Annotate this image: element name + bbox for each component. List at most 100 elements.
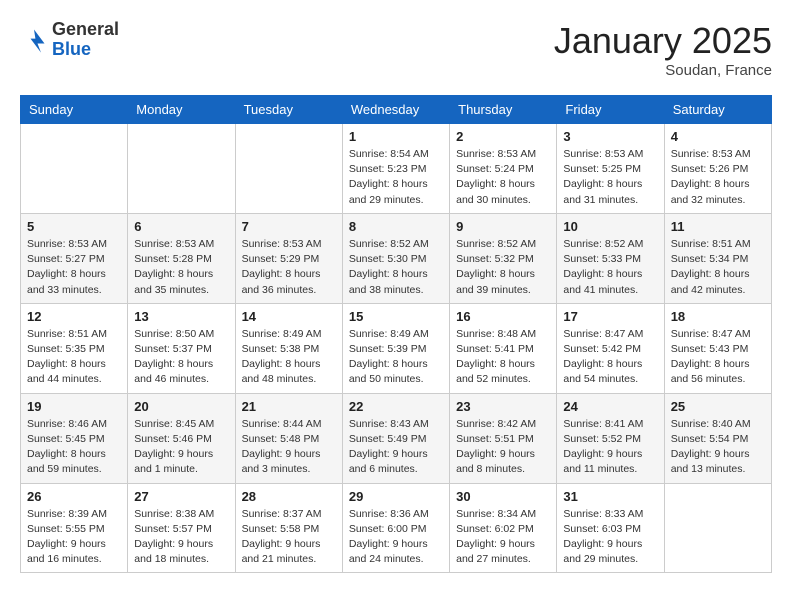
calendar-cell	[235, 124, 342, 214]
logo-blue-text: Blue	[52, 40, 119, 60]
calendar-header: SundayMondayTuesdayWednesdayThursdayFrid…	[21, 96, 772, 124]
calendar-cell: 2Sunrise: 8:53 AM Sunset: 5:24 PM Daylig…	[450, 124, 557, 214]
day-number: 5	[27, 219, 121, 234]
day-number: 16	[456, 309, 550, 324]
week-row: 12Sunrise: 8:51 AM Sunset: 5:35 PM Dayli…	[21, 303, 772, 393]
header: General Blue January 2025 Soudan, France	[20, 20, 772, 79]
day-info: Sunrise: 8:47 AM Sunset: 5:43 PM Dayligh…	[671, 327, 765, 388]
week-row: 19Sunrise: 8:46 AM Sunset: 5:45 PM Dayli…	[21, 393, 772, 483]
day-number: 3	[563, 129, 657, 144]
calendar-cell: 6 Sunrise: 8:53 AM Sunset: 5:28 PM Daylig…	[128, 213, 235, 303]
calendar-cell: 24 Sunrise: 8:41 AM Sunset: 5:52 PM Dayli…	[557, 393, 664, 483]
day-info: Sunrise: 8:52 AM Sunset: 5:30 PM Dayligh…	[349, 237, 443, 298]
day-number: 11	[671, 219, 765, 234]
day-info: Sunrise: 8:51 AM Sunset: 5:35 PM Dayligh…	[27, 327, 121, 388]
day-info: Sunrise: 8:42 AM Sunset: 5:51 PM Dayligh…	[456, 417, 550, 478]
day-info: Sunrise: 8:39 AM Sunset: 5:55 PM Dayligh…	[27, 507, 121, 568]
day-header-monday: Monday	[128, 96, 235, 124]
day-header-thursday: Thursday	[450, 96, 557, 124]
day-number: 15	[349, 309, 443, 324]
day-info: Sunrise: 8:53 AM Sunset: 5:25 PM Dayligh…	[563, 147, 657, 208]
day-info: Sunrise: 8:53 AM Sunset: 5:27 PM Dayligh…	[27, 237, 121, 298]
calendar-cell: 27 Sunrise: 8:38 AM Sunset: 5:57 PM Dayli…	[128, 483, 235, 573]
calendar-cell: 22 Sunrise: 8:43 AM Sunset: 5:49 PM Dayli…	[342, 393, 449, 483]
day-number: 21	[242, 399, 336, 414]
logo-text: General Blue	[52, 20, 119, 60]
day-header-saturday: Saturday	[664, 96, 771, 124]
calendar-body: 1 Sunrise: 8:54 AM Sunset: 5:23 PM Daylig…	[21, 124, 772, 573]
day-number: 22	[349, 399, 443, 414]
day-info: Sunrise: 8:41 AM Sunset: 5:52 PM Dayligh…	[563, 417, 657, 478]
day-info: Sunrise: 8:48 AM Sunset: 5:41 PM Dayligh…	[456, 327, 550, 388]
day-number: 30	[456, 489, 550, 504]
day-info: Sunrise: 8:36 AM Sunset: 6:00 PM Dayligh…	[349, 507, 443, 568]
day-number: 17	[563, 309, 657, 324]
logo-icon	[20, 26, 48, 54]
calendar-cell: 9Sunrise: 8:52 AM Sunset: 5:32 PM Daylig…	[450, 213, 557, 303]
logo: General Blue	[20, 20, 119, 60]
calendar-cell	[664, 483, 771, 573]
calendar-cell: 30Sunrise: 8:34 AM Sunset: 6:02 PM Dayli…	[450, 483, 557, 573]
calendar-cell	[21, 124, 128, 214]
calendar-cell: 12Sunrise: 8:51 AM Sunset: 5:35 PM Dayli…	[21, 303, 128, 393]
day-info: Sunrise: 8:49 AM Sunset: 5:38 PM Dayligh…	[242, 327, 336, 388]
day-number: 24	[563, 399, 657, 414]
week-row: 5 Sunrise: 8:53 AM Sunset: 5:27 PM Daylig…	[21, 213, 772, 303]
calendar-cell: 8 Sunrise: 8:52 AM Sunset: 5:30 PM Daylig…	[342, 213, 449, 303]
day-info: Sunrise: 8:51 AM Sunset: 5:34 PM Dayligh…	[671, 237, 765, 298]
day-info: Sunrise: 8:54 AM Sunset: 5:23 PM Dayligh…	[349, 147, 443, 208]
day-number: 10	[563, 219, 657, 234]
month-title: January 2025	[554, 20, 772, 62]
day-info: Sunrise: 8:37 AM Sunset: 5:58 PM Dayligh…	[242, 507, 336, 568]
day-number: 4	[671, 129, 765, 144]
day-header-tuesday: Tuesday	[235, 96, 342, 124]
week-row: 26Sunrise: 8:39 AM Sunset: 5:55 PM Dayli…	[21, 483, 772, 573]
day-number: 13	[134, 309, 228, 324]
calendar-cell: 19Sunrise: 8:46 AM Sunset: 5:45 PM Dayli…	[21, 393, 128, 483]
day-info: Sunrise: 8:43 AM Sunset: 5:49 PM Dayligh…	[349, 417, 443, 478]
day-number: 23	[456, 399, 550, 414]
day-number: 31	[563, 489, 657, 504]
day-info: Sunrise: 8:49 AM Sunset: 5:39 PM Dayligh…	[349, 327, 443, 388]
calendar-cell: 11 Sunrise: 8:51 AM Sunset: 5:34 PM Dayli…	[664, 213, 771, 303]
calendar-cell: 3 Sunrise: 8:53 AM Sunset: 5:25 PM Daylig…	[557, 124, 664, 214]
day-info: Sunrise: 8:44 AM Sunset: 5:48 PM Dayligh…	[242, 417, 336, 478]
day-number: 14	[242, 309, 336, 324]
calendar-cell: 17 Sunrise: 8:47 AM Sunset: 5:42 PM Dayli…	[557, 303, 664, 393]
day-info: Sunrise: 8:53 AM Sunset: 5:28 PM Dayligh…	[134, 237, 228, 298]
day-header-sunday: Sunday	[21, 96, 128, 124]
day-number: 7	[242, 219, 336, 234]
calendar-cell: 25Sunrise: 8:40 AM Sunset: 5:54 PM Dayli…	[664, 393, 771, 483]
calendar-cell: 15 Sunrise: 8:49 AM Sunset: 5:39 PM Dayli…	[342, 303, 449, 393]
calendar-cell: 7 Sunrise: 8:53 AM Sunset: 5:29 PM Daylig…	[235, 213, 342, 303]
day-number: 27	[134, 489, 228, 504]
calendar-cell: 26Sunrise: 8:39 AM Sunset: 5:55 PM Dayli…	[21, 483, 128, 573]
calendar-cell: 23 Sunrise: 8:42 AM Sunset: 5:51 PM Dayli…	[450, 393, 557, 483]
title-area: January 2025 Soudan, France	[554, 20, 772, 79]
day-info: Sunrise: 8:38 AM Sunset: 5:57 PM Dayligh…	[134, 507, 228, 568]
location: Soudan, France	[554, 62, 772, 79]
day-info: Sunrise: 8:53 AM Sunset: 5:29 PM Dayligh…	[242, 237, 336, 298]
day-number: 8	[349, 219, 443, 234]
calendar-cell: 5 Sunrise: 8:53 AM Sunset: 5:27 PM Daylig…	[21, 213, 128, 303]
calendar-cell: 14 Sunrise: 8:49 AM Sunset: 5:38 PM Dayli…	[235, 303, 342, 393]
calendar-cell: 21 Sunrise: 8:44 AM Sunset: 5:48 PM Dayli…	[235, 393, 342, 483]
day-info: Sunrise: 8:46 AM Sunset: 5:45 PM Dayligh…	[27, 417, 121, 478]
day-info: Sunrise: 8:47 AM Sunset: 5:42 PM Dayligh…	[563, 327, 657, 388]
day-number: 20	[134, 399, 228, 414]
day-header-wednesday: Wednesday	[342, 96, 449, 124]
day-number: 1	[349, 129, 443, 144]
calendar-cell: 13Sunrise: 8:50 AM Sunset: 5:37 PM Dayli…	[128, 303, 235, 393]
day-number: 29	[349, 489, 443, 504]
day-headers-row: SundayMondayTuesdayWednesdayThursdayFrid…	[21, 96, 772, 124]
day-number: 28	[242, 489, 336, 504]
week-row: 1 Sunrise: 8:54 AM Sunset: 5:23 PM Daylig…	[21, 124, 772, 214]
day-number: 18	[671, 309, 765, 324]
calendar-cell: 18 Sunrise: 8:47 AM Sunset: 5:43 PM Dayli…	[664, 303, 771, 393]
day-number: 9	[456, 219, 550, 234]
day-info: Sunrise: 8:40 AM Sunset: 5:54 PM Dayligh…	[671, 417, 765, 478]
calendar-cell	[128, 124, 235, 214]
day-info: Sunrise: 8:53 AM Sunset: 5:24 PM Dayligh…	[456, 147, 550, 208]
day-number: 6	[134, 219, 228, 234]
day-info: Sunrise: 8:53 AM Sunset: 5:26 PM Dayligh…	[671, 147, 765, 208]
